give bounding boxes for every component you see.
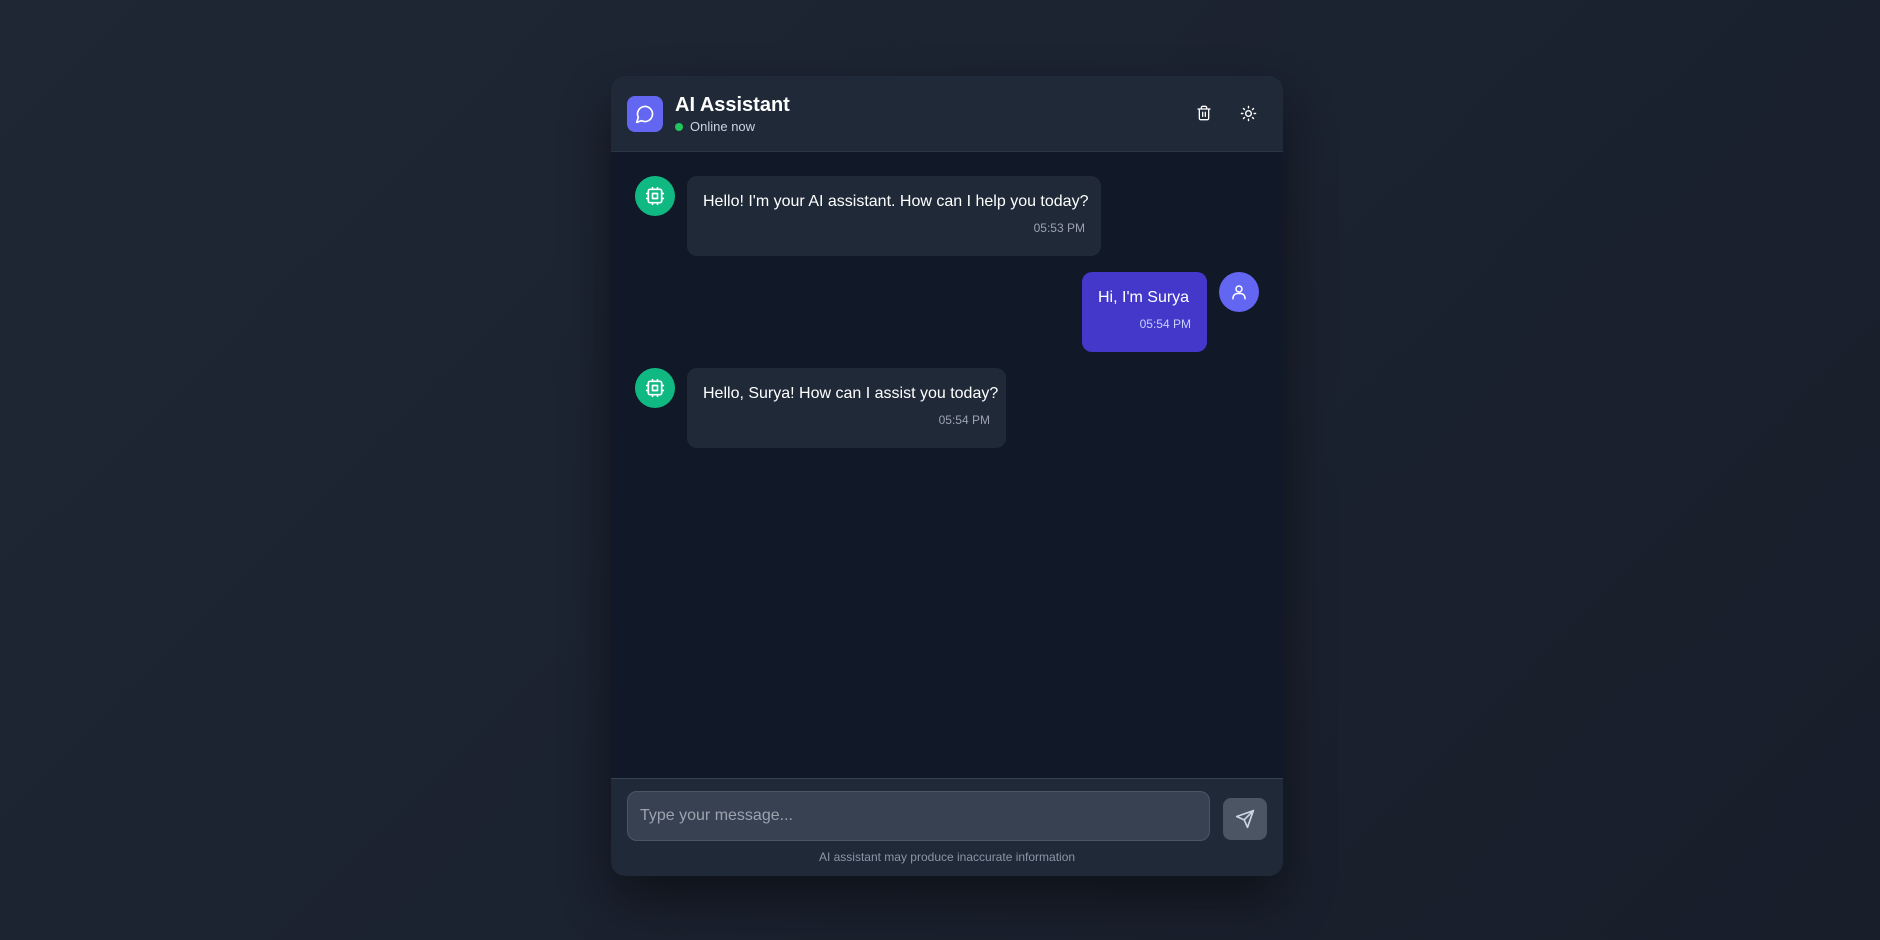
clear-chat-button[interactable] [1189,98,1219,128]
chat-window: AI Assistant Online now Hello! I'm your … [611,76,1283,876]
user-icon [1232,285,1246,300]
message-text: Hello! I'm your AI assistant. How can I … [703,193,1089,210]
theme-toggle-button[interactable] [1233,98,1263,128]
message-text: Hello, Surya! How can I assist you today… [703,385,999,402]
send-icon [1235,809,1255,829]
message-list[interactable]: Hello! I'm your AI assistant. How can I … [611,152,1283,778]
message-row-bot: Hello, Surya! How can I assist you today… [635,368,1006,448]
page-title: AI Assistant [675,94,790,116]
bot-avatar [635,368,675,408]
status-indicator: Online now [675,119,790,134]
message-text: Hi, I'm Surya [1098,289,1190,306]
message-time: 05:53 PM [1033,221,1085,235]
chat-header: AI Assistant Online now [611,76,1283,152]
composer: AI assistant may produce inaccurate info… [611,778,1283,876]
bot-avatar [635,176,675,216]
message-bubble: Hi, I'm Surya 05:54 PM [1082,272,1207,352]
chat-bubble-icon [627,95,663,132]
cpu-icon [645,378,665,398]
send-button[interactable] [1223,798,1267,840]
header-actions [1189,98,1263,128]
message-row-bot: Hello! I'm your AI assistant. How can I … [635,176,1101,256]
message-row-user: Hi, I'm Surya 05:54 PM [1082,272,1259,352]
disclaimer: AI assistant may produce inaccurate info… [818,850,1076,864]
user-avatar [1219,272,1259,312]
message-bubble: Hello! I'm your AI assistant. How can I … [687,176,1101,256]
title-block: AI Assistant Online now [675,93,790,134]
cpu-icon [645,186,665,206]
trash-icon [1197,105,1211,121]
message-time: 05:54 PM [938,413,990,427]
message-time: 05:54 PM [1139,317,1191,331]
online-dot-icon [675,122,683,131]
message-bubble: Hello, Surya! How can I assist you today… [687,368,1006,448]
message-input[interactable] [627,791,1210,841]
sun-icon [1240,105,1256,121]
status-text: Online now [690,119,756,134]
